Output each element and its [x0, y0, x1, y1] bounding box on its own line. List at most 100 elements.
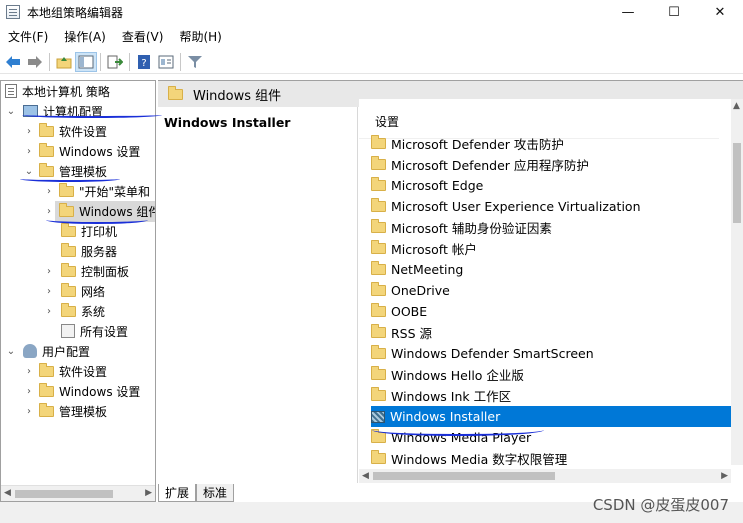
- chevron-down-icon[interactable]: ⌄: [23, 166, 35, 177]
- tree-node-user-admin-templates[interactable]: › 管理模板: [23, 401, 107, 421]
- list-item[interactable]: Microsoft User Experience Virtualization: [371, 196, 731, 217]
- show-tree-icon[interactable]: [75, 51, 97, 72]
- list-item-label: Microsoft 帐户: [391, 242, 477, 257]
- folder-icon: [371, 177, 386, 191]
- scroll-right-icon[interactable]: ▶: [145, 488, 152, 498]
- list-item[interactable]: Microsoft 辅助身份验证因素: [371, 217, 731, 238]
- tree-node-control-panel[interactable]: › 控制面板: [43, 261, 129, 281]
- tree-node-computer-config[interactable]: ⌄ 计算机配置: [5, 101, 103, 121]
- folder-open-icon: [59, 202, 74, 217]
- folder-icon: [39, 402, 54, 417]
- list-item[interactable]: Windows Defender SmartScreen: [371, 343, 731, 364]
- list-item[interactable]: Microsoft Defender 应用程序防护: [371, 154, 731, 175]
- chevron-right-icon[interactable]: ›: [23, 126, 35, 137]
- tree-node-root[interactable]: 本地计算机 策略: [5, 81, 110, 101]
- chevron-right-icon[interactable]: ›: [23, 366, 35, 377]
- chevron-right-icon[interactable]: ›: [23, 406, 35, 417]
- tree-node-user-config[interactable]: ⌄ 用户配置: [5, 341, 90, 361]
- tree-node-windows-settings[interactable]: › Windows 设置: [23, 141, 140, 161]
- scrollbar-thumb[interactable]: [15, 490, 113, 498]
- list-item[interactable]: NetMeeting: [371, 259, 731, 280]
- chevron-right-icon[interactable]: ›: [43, 206, 55, 217]
- list-item-label: OneDrive: [391, 283, 450, 298]
- export-list-icon[interactable]: [104, 52, 126, 72]
- list-item[interactable]: RSS 源: [371, 322, 731, 343]
- list-vertical-scrollbar[interactable]: ▲: [731, 99, 743, 465]
- chevron-down-icon[interactable]: ⌄: [5, 106, 17, 117]
- view-tabs: 扩展 标准: [158, 482, 235, 502]
- tree-node-start-menu[interactable]: › "开始"菜单和: [43, 181, 150, 201]
- list-item-label: Microsoft Defender 应用程序防护: [391, 158, 589, 173]
- title-bar: 本地组策略编辑器 — ☐ ✕: [0, 0, 743, 24]
- list-item[interactable]: Microsoft Defender 攻击防护: [371, 133, 731, 154]
- scroll-left-icon[interactable]: ◀: [362, 471, 369, 481]
- properties-icon[interactable]: [155, 52, 177, 72]
- folder-icon: [371, 324, 386, 338]
- path-title: Windows 组件: [193, 88, 282, 104]
- tree-pane[interactable]: 本地计算机 策略 ⌄ 计算机配置 › 软件设置 › Windows 设置 ⌄ 管…: [0, 80, 156, 502]
- chevron-right-icon[interactable]: ›: [23, 386, 35, 397]
- tree-node-server[interactable]: 服务器: [55, 241, 117, 261]
- help-icon[interactable]: ?: [133, 52, 155, 72]
- menu-help[interactable]: 帮助(H): [171, 26, 229, 48]
- list-item[interactable]: Microsoft Edge: [371, 175, 731, 196]
- tree-node-printers[interactable]: 打印机: [55, 221, 117, 241]
- tree-node-software-settings[interactable]: › 软件设置: [23, 121, 107, 141]
- policy-document-icon: [5, 84, 17, 98]
- tree-node-network[interactable]: › 网络: [43, 281, 105, 301]
- folder-icon: [371, 219, 386, 233]
- chevron-right-icon[interactable]: ›: [43, 266, 55, 277]
- tree-node-label: 打印机: [81, 224, 118, 239]
- tree-node-label: 软件设置: [59, 124, 108, 139]
- list-item[interactable]: OOBE: [371, 301, 731, 322]
- tree-node-label: 软件设置: [59, 364, 108, 379]
- chevron-right-icon[interactable]: ›: [23, 146, 35, 157]
- scroll-left-icon[interactable]: ◀: [4, 488, 11, 498]
- tree-node-label: "开始"菜单和: [79, 184, 151, 199]
- scrollbar-thumb[interactable]: [373, 472, 555, 480]
- list-item[interactable]: Windows Hello 企业版: [371, 364, 731, 385]
- list-item[interactable]: Windows Media 数字权限管理: [371, 448, 731, 469]
- back-arrow-icon[interactable]: [2, 52, 24, 72]
- list-item[interactable]: OneDrive: [371, 280, 731, 301]
- menu-view[interactable]: 查看(V): [114, 26, 172, 48]
- close-button[interactable]: ✕: [697, 0, 743, 24]
- list-item-label: Microsoft User Experience Virtualization: [391, 199, 641, 214]
- tree-node-user-windows-settings[interactable]: › Windows 设置: [23, 381, 140, 401]
- tree-node-label: 本地计算机 策略: [22, 84, 110, 99]
- tab-standard[interactable]: 标准: [196, 484, 235, 502]
- tree-node-label: 系统: [81, 304, 106, 319]
- list-item[interactable]: Windows Ink 工作区: [371, 385, 731, 406]
- chevron-right-icon[interactable]: ›: [43, 186, 55, 197]
- folder-icon: [61, 262, 76, 277]
- chevron-right-icon[interactable]: ›: [43, 306, 55, 317]
- tree-node-label: 服务器: [81, 244, 118, 259]
- scroll-right-icon[interactable]: ▶: [721, 471, 728, 481]
- folder-icon: [61, 282, 76, 297]
- tree-node-system[interactable]: › 系统: [43, 301, 105, 321]
- folder-up-icon[interactable]: [53, 52, 75, 72]
- tree-node-user-software-settings[interactable]: › 软件设置: [23, 361, 107, 381]
- list-horizontal-scrollbar[interactable]: ◀ ▶: [359, 469, 731, 483]
- list-item[interactable]: Microsoft 帐户: [371, 238, 731, 259]
- folder-icon: [168, 85, 183, 100]
- chevron-down-icon[interactable]: ⌄: [5, 346, 17, 357]
- list-item-label: Windows Hello 企业版: [391, 368, 524, 383]
- toolbar-separator: [180, 52, 181, 71]
- list-item-label: Microsoft Defender 攻击防护: [391, 137, 564, 152]
- minimize-button[interactable]: —: [605, 0, 651, 24]
- chevron-right-icon[interactable]: ›: [43, 286, 55, 297]
- tree-node-all-settings[interactable]: 所有设置: [55, 321, 128, 341]
- folder-icon: [371, 282, 386, 296]
- filter-icon[interactable]: [184, 52, 206, 72]
- tree-horizontal-scrollbar[interactable]: ◀ ▶: [1, 485, 155, 501]
- menu-file[interactable]: 文件(F): [0, 26, 56, 48]
- all-settings-icon: [61, 324, 75, 338]
- forward-arrow-icon[interactable]: [24, 52, 46, 72]
- menu-action[interactable]: 操作(A): [56, 26, 114, 48]
- user-icon: [23, 344, 37, 358]
- maximize-button[interactable]: ☐: [651, 0, 697, 24]
- tab-extended[interactable]: 扩展: [158, 484, 197, 502]
- scroll-up-icon[interactable]: ▲: [733, 101, 740, 111]
- scrollbar-thumb[interactable]: [733, 143, 741, 223]
